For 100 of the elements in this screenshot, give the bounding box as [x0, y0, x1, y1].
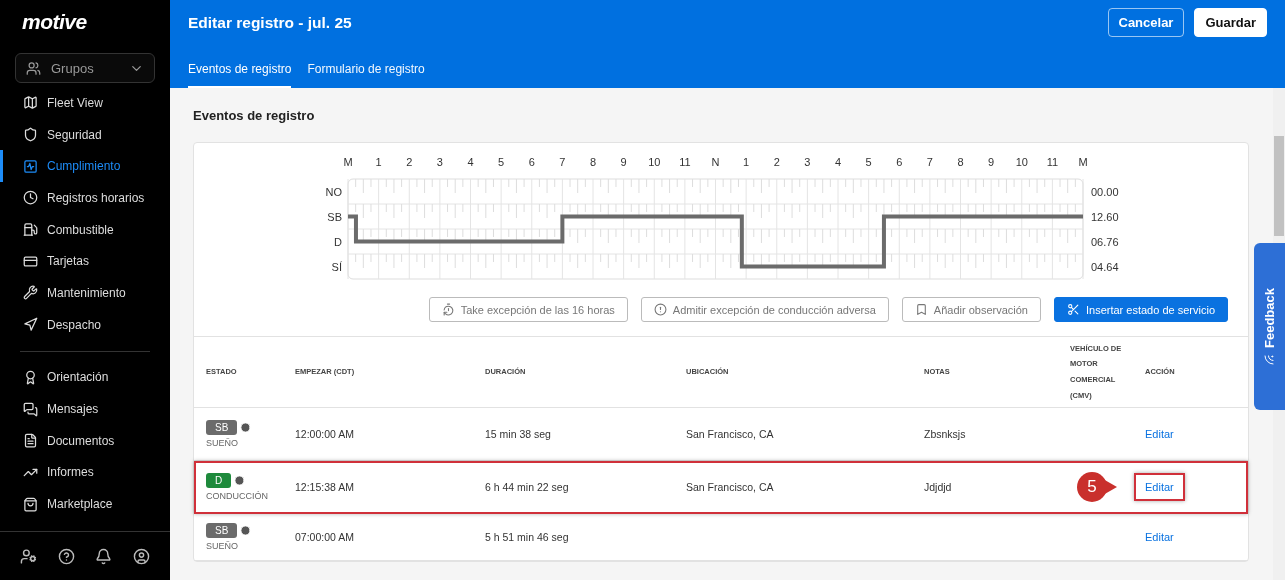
sidebar-item[interactable]: Mensajes [0, 393, 170, 425]
hour-label: 7 [559, 156, 566, 168]
sidebar-item[interactable]: Seguridad [0, 118, 170, 151]
save-button[interactable]: Guardar [1194, 8, 1267, 37]
sidebar-item[interactable]: Orientación [0, 361, 170, 394]
status-label: SUEÑO [206, 541, 239, 551]
status-badge: D [206, 473, 232, 488]
sidebar-item[interactable]: Despacho [0, 308, 170, 341]
table-cell-text: Jdjdjd [924, 481, 953, 493]
hour-label: 3 [804, 156, 811, 168]
status-label: SUEÑO [206, 438, 239, 448]
hour-label: 7 [926, 156, 933, 168]
sidebar-item[interactable]: Marketplace [0, 488, 170, 520]
action-button[interactable]: Take excepción de las 16 horas [428, 297, 628, 322]
sidebar-item[interactable]: Fleet View [0, 87, 170, 119]
status-label: D [334, 235, 342, 248]
status-badge: SB [206, 420, 238, 435]
hour-label: 6 [896, 156, 903, 168]
callout-pointer [1103, 479, 1117, 495]
page-title: Editar registro - jul. 25 [188, 13, 353, 32]
table-cell-text: 12:15:38 AM [295, 481, 355, 493]
edit-link[interactable]: Editar [1134, 420, 1185, 448]
hour-label: 5 [865, 156, 872, 168]
hour-label: 3 [436, 156, 443, 168]
hour-label: 10 [1015, 156, 1028, 168]
help-icon[interactable] [57, 547, 75, 565]
action-button[interactable]: Insertar estado de servicio [1054, 297, 1228, 322]
table-cell-text: 15 min 38 seg [485, 428, 552, 440]
scrollbar-thumb[interactable] [1274, 136, 1284, 236]
sidebar-item[interactable]: Informes [0, 456, 170, 489]
card-icon [23, 253, 38, 269]
sidebar-item[interactable]: Combustible [0, 213, 170, 246]
hour-label: 4 [467, 156, 474, 168]
person-icon [240, 525, 252, 536]
bag-icon [23, 496, 38, 512]
clock-icon [23, 190, 38, 206]
tab[interactable]: Formulario de registro [307, 62, 425, 88]
medal-icon [23, 369, 38, 385]
section-title: Eventos de registro [193, 108, 316, 123]
timer-icon [441, 303, 455, 316]
status-badge: SB [206, 523, 238, 538]
hour-label: M [343, 156, 353, 168]
sidebar-item[interactable]: Documentos [0, 424, 170, 457]
hour-label: 9 [620, 156, 627, 168]
table-cell-text: Zbsnksjs [924, 428, 967, 440]
status-label: SB [327, 210, 342, 223]
status-label: CONDUCCIÓN [206, 491, 269, 501]
user-settings-icon[interactable] [20, 547, 38, 565]
hours-total: 00.00 [1091, 185, 1119, 198]
hour-label: 2 [773, 156, 780, 168]
sidebar-item[interactable]: Mantenimiento [0, 277, 170, 309]
cancel-button[interactable]: Cancelar [1107, 8, 1185, 37]
action-button[interactable]: Admitir excepción de conducción adversa [640, 297, 889, 322]
alert-icon [653, 303, 667, 316]
person-icon [240, 422, 252, 433]
hour-label: 4 [834, 156, 842, 168]
table-cell-text: San Francisco, CA [686, 428, 775, 440]
table-cell-text: 12:00:00 AM [295, 428, 355, 440]
person-icon [234, 475, 246, 486]
hour-label: 9 [988, 156, 995, 168]
hour-label: 10 [648, 156, 661, 168]
shield-icon [23, 127, 38, 143]
hours-total: 12.60 [1091, 210, 1119, 223]
logo: motive [21, 9, 88, 35]
chat-icon [23, 401, 38, 417]
hour-label: 11 [679, 156, 691, 168]
hour-label: 5 [498, 156, 505, 168]
table-cell-text: San Francisco, CA [686, 481, 775, 493]
action-button[interactable]: Añadir observación [901, 297, 1041, 322]
hour-label: 1 [375, 156, 382, 168]
table-cell-text: 6 h 44 min 22 seg [485, 481, 570, 493]
edit-link[interactable]: Editar [1134, 473, 1185, 501]
map-icon [23, 95, 38, 111]
hours-total: 06.76 [1091, 235, 1119, 248]
hour-label: 8 [957, 156, 964, 168]
table-cell-text: 5 h 51 min 46 seg [485, 531, 570, 543]
hour-label: 6 [528, 156, 535, 168]
sidebar-item[interactable]: Registros horarios [0, 182, 170, 214]
feedback-icon [1263, 353, 1276, 366]
hour-label: M [1078, 156, 1088, 168]
fuel-icon [23, 222, 38, 238]
bell-icon[interactable] [95, 547, 113, 565]
hour-label: 2 [406, 156, 413, 168]
table-cell-text: 07:00:00 AM [295, 531, 355, 543]
sidebar-item[interactable]: Tarjetas [0, 245, 170, 278]
hour-label: 8 [589, 156, 597, 168]
hours-total: 04.64 [1091, 260, 1119, 273]
feedback-tab[interactable]: Feedback [1254, 243, 1285, 410]
groups-dropdown[interactable]: Grupos [15, 53, 155, 83]
hour-label: N [711, 156, 720, 168]
bookmark-icon [914, 303, 928, 316]
hour-label: 1 [743, 156, 750, 168]
status-label: NO [325, 185, 342, 198]
profile-icon[interactable] [132, 547, 150, 565]
wrench-icon [23, 285, 38, 301]
edit-link[interactable]: Editar [1134, 523, 1185, 551]
navigation-icon [23, 317, 38, 333]
scissors-icon [1067, 303, 1080, 316]
hour-label: 11 [1046, 156, 1059, 168]
users-icon [26, 60, 41, 76]
